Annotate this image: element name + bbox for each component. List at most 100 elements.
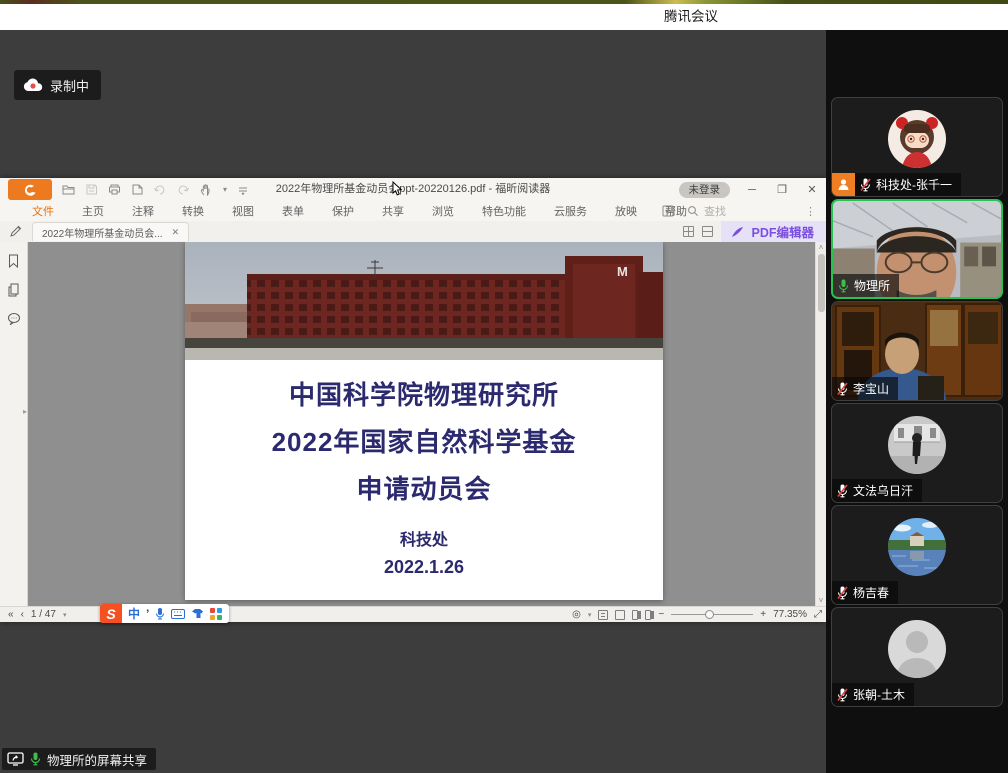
tile-view-icon[interactable] bbox=[683, 226, 694, 237]
pdf-editor-label: PDF编辑器 bbox=[751, 222, 814, 241]
find-search-box[interactable]: 查找 bbox=[687, 203, 795, 219]
ime-skin-icon[interactable] bbox=[191, 608, 204, 619]
ime-keyboard-icon[interactable] bbox=[171, 609, 185, 619]
redo-icon[interactable] bbox=[177, 185, 189, 195]
more-options-icon[interactable]: ⋮ bbox=[805, 205, 816, 218]
zoom-slider-knob[interactable] bbox=[705, 610, 714, 619]
menu-cloud[interactable]: 云服务 bbox=[540, 203, 601, 219]
find-search-label: 查找 bbox=[704, 203, 726, 219]
participant-tile[interactable]: 李宝山 bbox=[831, 301, 1003, 401]
participants-sidebar: 科技处-张千一 bbox=[826, 30, 1008, 773]
participant-tile[interactable]: 科技处-张千一 bbox=[831, 97, 1003, 197]
fullscreen-icon[interactable]: ⤢ bbox=[814, 609, 822, 620]
ime-toolbox-icon[interactable] bbox=[210, 608, 222, 620]
hand-tool-icon[interactable] bbox=[200, 184, 212, 196]
page-dropdown-icon[interactable]: ▾ bbox=[63, 611, 67, 619]
participant-tile[interactable]: 张朝-土木 bbox=[831, 607, 1003, 707]
single-page-view-icon[interactable] bbox=[598, 610, 608, 620]
avatar bbox=[888, 620, 946, 678]
mic-muted-icon bbox=[837, 484, 848, 498]
lake-scenery-avatar bbox=[888, 518, 946, 576]
participant-name: 文法乌日汗 bbox=[853, 482, 913, 499]
ime-punctuation-icon[interactable]: ’ bbox=[146, 607, 149, 621]
page-indicator[interactable]: 1 / 47 bbox=[31, 609, 56, 620]
screen-share-icon bbox=[7, 752, 24, 766]
menu-comment[interactable]: 注释 bbox=[118, 203, 168, 219]
slide-title-line2: 2022年国家自然科学基金 bbox=[185, 419, 663, 466]
participant-tile[interactable]: 杨吉春 bbox=[831, 505, 1003, 605]
presenter-mic-icon bbox=[30, 752, 41, 766]
minimize-button[interactable]: ─ bbox=[744, 184, 760, 196]
menu-form[interactable]: 表单 bbox=[268, 203, 318, 219]
recording-indicator[interactable]: 录制中 bbox=[14, 70, 101, 100]
panel-expander-icon[interactable]: ▸ bbox=[23, 407, 27, 416]
vertical-scrollbar[interactable]: ˄ ˅ bbox=[815, 242, 826, 606]
meeting-titlebar: 腾讯会议 bbox=[0, 4, 1008, 30]
zoom-level[interactable]: 77.35% bbox=[773, 609, 807, 620]
menu-view[interactable]: 视图 bbox=[218, 203, 268, 219]
screen-share-label: 物理所的屏幕共享 bbox=[47, 750, 147, 769]
zoom-in-button[interactable]: + bbox=[760, 609, 766, 620]
avatar bbox=[888, 416, 946, 474]
zoom-tool-icon[interactable] bbox=[662, 205, 677, 217]
slide-subtitle: 科技处 2022.1.26 bbox=[185, 526, 663, 578]
pdf-editor-button[interactable]: PDF编辑器 bbox=[721, 221, 826, 242]
open-file-icon[interactable] bbox=[62, 184, 75, 195]
search-icon bbox=[687, 205, 699, 217]
pdf-tabbar: 2022年物理所基金动员会... ✕ PDF编辑器 bbox=[0, 221, 826, 242]
ime-voice-icon[interactable] bbox=[155, 607, 165, 620]
foxit-logo-icon[interactable] bbox=[8, 179, 52, 200]
participant-tile[interactable]: 文法乌日汗 bbox=[831, 403, 1003, 503]
menu-file[interactable]: 文件 bbox=[18, 203, 68, 219]
customize-toolbar-icon[interactable] bbox=[238, 185, 248, 195]
first-page-button[interactable]: « bbox=[8, 609, 14, 620]
menu-playback[interactable]: 放映 bbox=[601, 203, 651, 219]
menu-protect[interactable]: 保护 bbox=[318, 203, 368, 219]
document-tab-label: 2022年物理所基金动员会... bbox=[42, 225, 163, 240]
facing-continuous-view-icon[interactable] bbox=[645, 610, 651, 620]
close-button[interactable]: ✕ bbox=[804, 183, 820, 196]
document-tab[interactable]: 2022年物理所基金动员会... ✕ bbox=[32, 222, 189, 241]
login-status-badge[interactable]: 未登录 bbox=[679, 182, 731, 198]
cartoon-girl-avatar bbox=[888, 110, 946, 168]
hand-tool-caret-icon[interactable]: ▾ bbox=[223, 185, 227, 194]
meeting-app-title: 腾讯会议 bbox=[664, 4, 718, 30]
comments-panel-icon[interactable] bbox=[7, 312, 21, 325]
tab-close-icon[interactable]: ✕ bbox=[172, 227, 180, 238]
view-mode-icon[interactable]: ◎ bbox=[572, 609, 581, 620]
menu-convert[interactable]: 转换 bbox=[168, 203, 218, 219]
mic-muted-icon bbox=[837, 586, 848, 600]
sogou-logo-icon[interactable]: S bbox=[100, 604, 122, 623]
scrollbar-thumb[interactable] bbox=[818, 254, 825, 312]
bookmarks-panel-icon[interactable] bbox=[7, 254, 20, 268]
menu-home[interactable]: 主页 bbox=[68, 203, 118, 219]
annotate-pencil-icon[interactable] bbox=[9, 225, 22, 238]
zoom-out-button[interactable]: − bbox=[658, 609, 664, 620]
screen-share-stage: 录制中 ▾ 2022年物理所基金 bbox=[0, 30, 826, 773]
participant-name: 物理所 bbox=[854, 277, 890, 294]
scroll-up-icon[interactable]: ˄ bbox=[819, 243, 824, 252]
mic-muted-icon bbox=[837, 382, 848, 396]
slide-title: 中国科学院物理研究所 2022年国家自然科学基金 申请动员会 bbox=[185, 372, 663, 513]
menu-features[interactable]: 特色功能 bbox=[468, 203, 540, 219]
save-icon[interactable] bbox=[86, 184, 97, 195]
placeholder-avatar bbox=[888, 620, 946, 678]
zoom-slider[interactable] bbox=[671, 614, 753, 615]
prev-page-button[interactable]: ‹ bbox=[21, 609, 24, 620]
participant-tile[interactable]: 物理所 bbox=[831, 199, 1003, 299]
facing-view-icon[interactable] bbox=[632, 610, 638, 620]
print-icon[interactable] bbox=[108, 184, 121, 195]
continuous-view-icon[interactable] bbox=[615, 610, 625, 620]
split-view-icon[interactable] bbox=[702, 226, 713, 237]
scroll-down-icon[interactable]: ˅ bbox=[819, 596, 824, 605]
menu-browse[interactable]: 浏览 bbox=[418, 203, 468, 219]
participant-name: 李宝山 bbox=[853, 380, 889, 397]
view-mode-caret-icon[interactable]: ▾ bbox=[588, 611, 592, 619]
editor-pen-icon bbox=[731, 226, 745, 238]
undo-icon[interactable] bbox=[154, 185, 166, 195]
restore-button[interactable]: ❐ bbox=[774, 183, 790, 196]
ime-language-toggle[interactable]: 中 bbox=[128, 605, 140, 622]
export-page-icon[interactable] bbox=[132, 184, 143, 195]
menu-share[interactable]: 共享 bbox=[368, 203, 418, 219]
pages-panel-icon[interactable] bbox=[7, 283, 20, 297]
